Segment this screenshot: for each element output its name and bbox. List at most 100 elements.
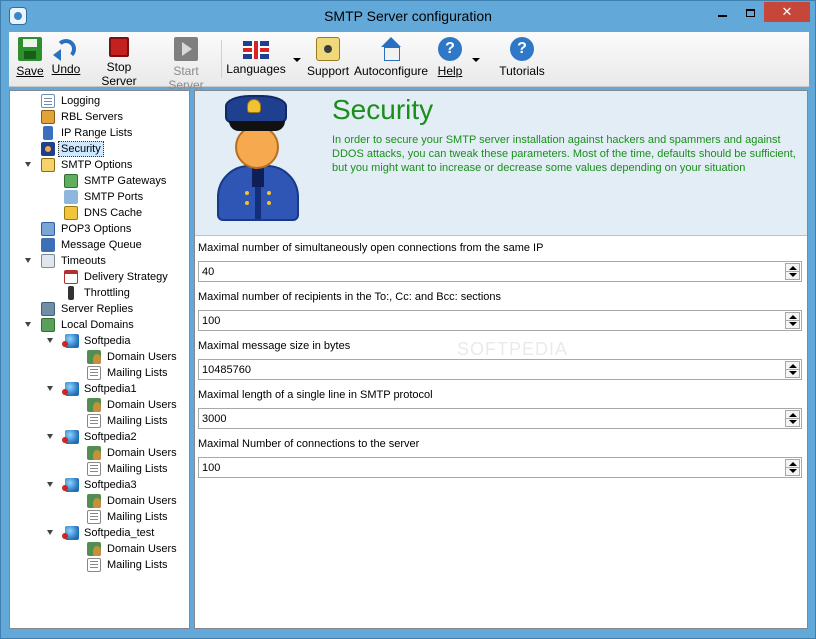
- settings-tree[interactable]: Logging RBL Servers IP Range Lists Secur…: [9, 90, 190, 629]
- tree-item-mailing-lists[interactable]: Mailing Lists: [10, 461, 189, 477]
- tree-item-ip-range-lists[interactable]: IP Range Lists: [10, 125, 189, 141]
- tree-item-smtp-gateways[interactable]: SMTP Gateways: [10, 173, 189, 189]
- tree-item-domain-softpedia[interactable]: Softpedia: [10, 333, 189, 349]
- spin-up-icon[interactable]: [789, 364, 797, 368]
- spin-up-icon[interactable]: [789, 462, 797, 466]
- spin-down-icon[interactable]: [789, 420, 797, 424]
- save-button[interactable]: Save: [15, 37, 45, 83]
- max-server-connections-field[interactable]: [198, 457, 802, 478]
- spin-up-icon[interactable]: [789, 413, 797, 417]
- users-icon: [87, 494, 101, 508]
- tree-item-domain-users[interactable]: Domain Users: [10, 541, 189, 557]
- tree-item-label: Softpedia_test: [84, 527, 155, 539]
- spin-up-icon[interactable]: [789, 315, 797, 319]
- help-button[interactable]: ? Help: [435, 37, 465, 83]
- spin-down-icon[interactable]: [789, 371, 797, 375]
- tree-item-mailing-lists[interactable]: Mailing Lists: [10, 365, 189, 381]
- tree-item-label: Mailing Lists: [107, 511, 168, 523]
- spin-down-icon[interactable]: [789, 469, 797, 473]
- collapse-arrow-icon[interactable]: [47, 386, 53, 391]
- globe-icon: [62, 334, 79, 348]
- house-icon: [380, 37, 402, 61]
- tutorials-button[interactable]: ? Tutorials: [499, 37, 545, 83]
- collapse-arrow-icon[interactable]: [25, 322, 31, 327]
- max-line-length-spinner[interactable]: [785, 410, 800, 427]
- max-server-connections-input[interactable]: [199, 458, 779, 477]
- max-line-length-field[interactable]: [198, 408, 802, 429]
- tree-item-label: Domain Users: [107, 399, 177, 411]
- collapse-arrow-icon[interactable]: [47, 338, 53, 343]
- spin-down-icon[interactable]: [789, 273, 797, 277]
- max-connections-per-ip-spinner[interactable]: [785, 263, 800, 280]
- tree-item-server-replies[interactable]: Server Replies: [10, 301, 189, 317]
- tree-item-label: Server Replies: [61, 303, 134, 315]
- languages-button[interactable]: Languages: [226, 37, 286, 83]
- tree-item-message-queue[interactable]: Message Queue: [10, 237, 189, 253]
- tree-item-throttling[interactable]: Throttling: [10, 285, 189, 301]
- tree-item-label: Security: [58, 141, 104, 157]
- collapse-arrow-icon[interactable]: [47, 434, 53, 439]
- max-message-size-spinner[interactable]: [785, 361, 800, 378]
- collapse-arrow-icon[interactable]: [47, 530, 53, 535]
- support-label: Support: [307, 64, 350, 78]
- calendar-icon: [64, 270, 78, 284]
- users-icon: [87, 446, 101, 460]
- tree-item-domain-users[interactable]: Domain Users: [10, 493, 189, 509]
- minimize-button[interactable]: [708, 2, 736, 22]
- tree-item-domain-softpedia-test[interactable]: Softpedia_test: [10, 525, 189, 541]
- tree-item-domain-softpedia3[interactable]: Softpedia3: [10, 477, 189, 493]
- autoconfigure-button[interactable]: Autoconfigure: [354, 37, 428, 83]
- tree-item-security[interactable]: Security: [10, 141, 189, 157]
- stop-server-button[interactable]: Stop Server: [88, 37, 150, 88]
- max-message-size-input[interactable]: [199, 360, 779, 379]
- toolbar: Save Undo Stop Server Start Server Langu…: [9, 32, 809, 92]
- maximize-button[interactable]: [736, 2, 764, 22]
- tree-item-domain-users[interactable]: Domain Users: [10, 445, 189, 461]
- tree-item-domain-softpedia1[interactable]: Softpedia1: [10, 381, 189, 397]
- tree-item-logging[interactable]: Logging: [10, 93, 189, 109]
- tree-item-label: IP Range Lists: [61, 127, 133, 139]
- max-connections-per-ip-input[interactable]: [199, 262, 779, 281]
- tree-item-smtp-ports[interactable]: SMTP Ports: [10, 189, 189, 205]
- tree-item-label: Softpedia: [84, 335, 131, 347]
- languages-dropdown-icon[interactable]: [293, 58, 301, 62]
- max-recipients-input[interactable]: [199, 311, 779, 330]
- tree-item-smtp-options[interactable]: SMTP Options: [10, 157, 189, 173]
- mailing-list-icon: [87, 558, 101, 572]
- spin-up-icon[interactable]: [789, 266, 797, 270]
- tree-item-label: Mailing Lists: [107, 463, 168, 475]
- collapse-arrow-icon[interactable]: [25, 162, 31, 167]
- tree-item-pop3-options[interactable]: POP3 Options: [10, 221, 189, 237]
- max-message-size-field[interactable]: [198, 359, 802, 380]
- undo-button[interactable]: Undo: [50, 37, 82, 83]
- max-server-connections-spinner[interactable]: [785, 459, 800, 476]
- autoconfigure-label: Autoconfigure: [354, 64, 429, 78]
- tree-item-rbl-servers[interactable]: RBL Servers: [10, 109, 189, 125]
- tree-item-mailing-lists[interactable]: Mailing Lists: [10, 557, 189, 573]
- max-connections-per-ip-field[interactable]: [198, 261, 802, 282]
- tree-item-local-domains[interactable]: Local Domains: [10, 317, 189, 333]
- spin-down-icon[interactable]: [789, 322, 797, 326]
- close-button[interactable]: ✕: [764, 2, 810, 22]
- tree-item-mailing-lists[interactable]: Mailing Lists: [10, 509, 189, 525]
- max-recipients-field[interactable]: [198, 310, 802, 331]
- window-title: SMTP Server configuration: [324, 8, 492, 24]
- help-dropdown-icon[interactable]: [472, 58, 480, 62]
- tree-item-delivery-strategy[interactable]: Delivery Strategy: [10, 269, 189, 285]
- max-line-length-input[interactable]: [199, 409, 779, 428]
- collapse-arrow-icon[interactable]: [47, 482, 53, 487]
- start-server-button[interactable]: Start Server: [155, 37, 217, 92]
- max-recipients-spinner[interactable]: [785, 312, 800, 329]
- tree-item-timeouts[interactable]: Timeouts: [10, 253, 189, 269]
- collapse-arrow-icon[interactable]: [25, 258, 31, 263]
- help-icon: ?: [438, 37, 462, 61]
- tree-item-dns-cache[interactable]: DNS Cache: [10, 205, 189, 221]
- tree-item-domain-users[interactable]: Domain Users: [10, 397, 189, 413]
- title-bar[interactable]: SMTP Server configuration ✕: [1, 1, 815, 32]
- tree-item-domain-users[interactable]: Domain Users: [10, 349, 189, 365]
- tree-item-mailing-lists[interactable]: Mailing Lists: [10, 413, 189, 429]
- tree-item-domain-softpedia2[interactable]: Softpedia2: [10, 429, 189, 445]
- support-button[interactable]: Support: [307, 37, 349, 83]
- section-header: Security In order to secure your SMTP se…: [195, 91, 807, 236]
- tree-item-label: Mailing Lists: [107, 367, 168, 379]
